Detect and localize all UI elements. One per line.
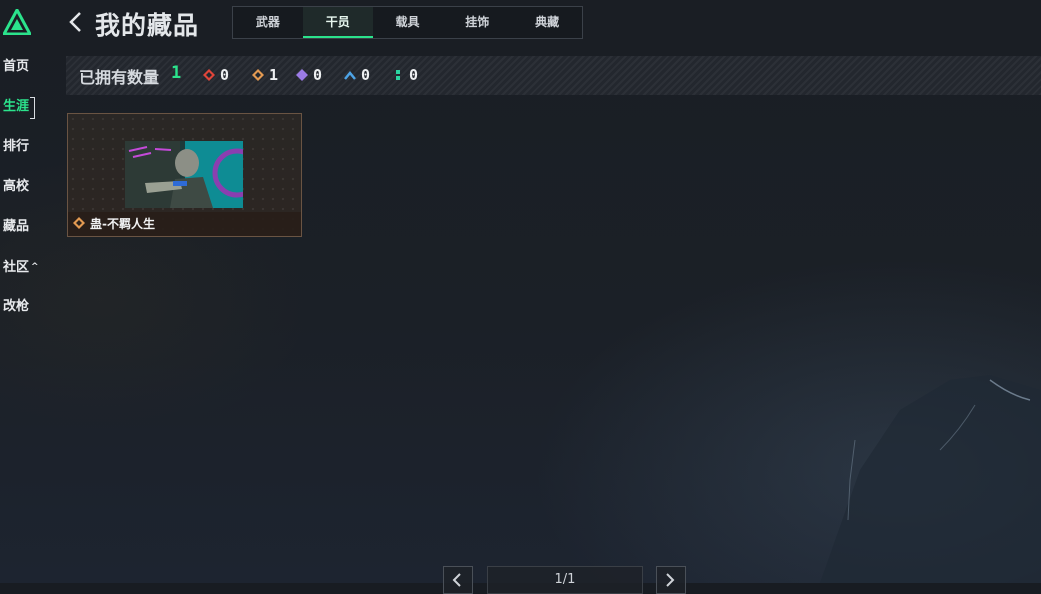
rarity-count-orange: 1	[252, 65, 278, 85]
tab-vehicles[interactable]: 载具	[373, 7, 443, 38]
chevron-left-icon	[452, 573, 461, 587]
owned-count-label: 已拥有数量	[79, 68, 160, 87]
tab-classics[interactable]: 典藏	[512, 7, 582, 38]
sidebar-item-gun-mod[interactable]: 改枪	[3, 297, 29, 317]
orange-diamond-icon	[252, 69, 264, 81]
chevron-up-icon: ^	[31, 262, 39, 272]
owned-count-bar: 已拥有数量 1 0 1 0 0 0	[66, 56, 1041, 95]
sidebar-item-home[interactable]: 首页	[3, 57, 29, 77]
page-indicator: 1/1	[487, 566, 643, 594]
sidebar-item-career[interactable]: 生涯	[3, 97, 36, 119]
green-dots-icon	[396, 70, 400, 80]
operator-skin-image	[125, 141, 243, 208]
tab-charms[interactable]: 挂饰	[442, 7, 512, 38]
item-name: 蛊-不羁人生	[90, 217, 155, 231]
chevron-right-icon	[666, 573, 675, 587]
orange-diamond-icon	[73, 217, 85, 229]
rarity-count-red: 0	[203, 65, 229, 85]
rarity-count-purple: 0	[296, 65, 322, 85]
back-icon[interactable]	[67, 10, 85, 34]
red-diamond-icon	[203, 69, 215, 81]
owned-count-total: 1	[171, 63, 182, 83]
sidebar-item-ranking[interactable]: 排行	[3, 137, 29, 157]
sidebar-item-community[interactable]: 社区 ^	[3, 257, 39, 277]
collection-tabs: 武器 干员 载具 挂饰 典藏	[232, 6, 583, 39]
card-footer: 蛊-不羁人生	[68, 212, 301, 236]
tab-operators[interactable]: 干员	[302, 7, 373, 38]
sidebar-item-university[interactable]: 高校	[3, 177, 29, 197]
purple-diamond-icon	[296, 69, 308, 81]
prev-page-button[interactable]	[443, 566, 473, 594]
next-page-button[interactable]	[656, 566, 686, 594]
rarity-count-blue: 0	[344, 65, 370, 85]
collection-item-card[interactable]: 蛊-不羁人生	[67, 113, 302, 237]
rarity-count-green: 0	[392, 65, 418, 85]
app-logo[interactable]	[1, 6, 33, 36]
tab-weapons[interactable]: 武器	[233, 7, 303, 38]
page-title: 我的藏品	[95, 11, 200, 40]
sidebar-item-collection[interactable]: 藏品	[3, 217, 29, 237]
blue-chevron-icon	[344, 71, 356, 80]
